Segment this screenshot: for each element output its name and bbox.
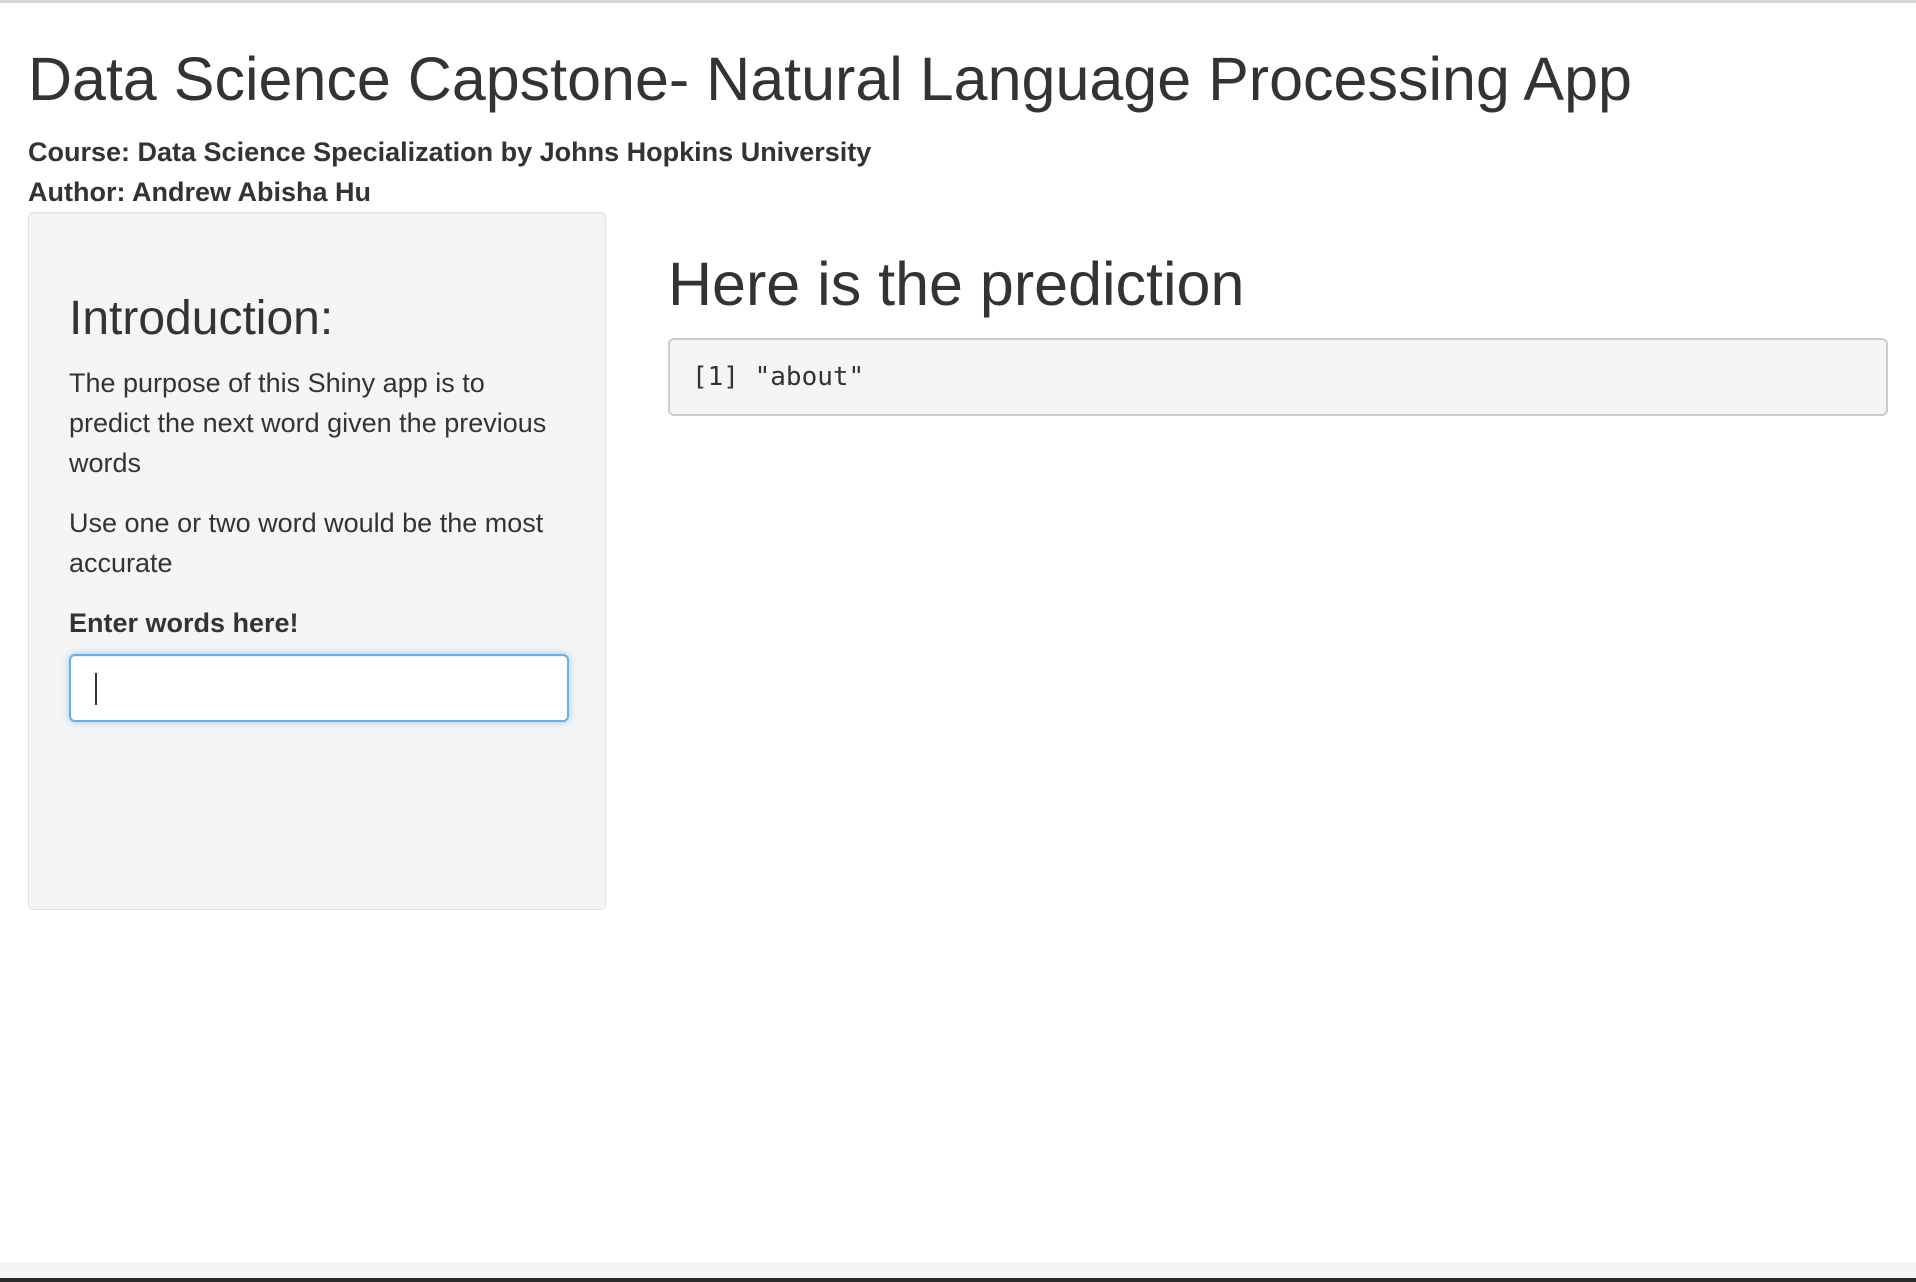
prediction-output: [1] "about" [668, 338, 1888, 416]
text-cursor [95, 673, 97, 705]
course-subtitle: Course: Data Science Specialization by J… [28, 137, 872, 167]
words-input-label: Enter words here! [69, 608, 299, 638]
purpose-text: The purpose of this Shiny app is to pred… [69, 368, 547, 478]
sidebar-panel: Introduction: The purpose of this Shiny … [28, 212, 606, 910]
author-subtitle: Author: Andrew Abisha Hu [28, 177, 371, 207]
words-input[interactable] [69, 654, 569, 722]
window-bottom-border [0, 1278, 1916, 1282]
accuracy-tip-text: Use one or two word would be the most ac… [69, 508, 544, 578]
page-title: Data Science Capstone- Natural Language … [28, 45, 1632, 113]
prediction-heading: Here is the prediction [668, 250, 1245, 318]
window-top-border [0, 0, 1916, 3]
introduction-heading: Introduction: [69, 292, 334, 345]
